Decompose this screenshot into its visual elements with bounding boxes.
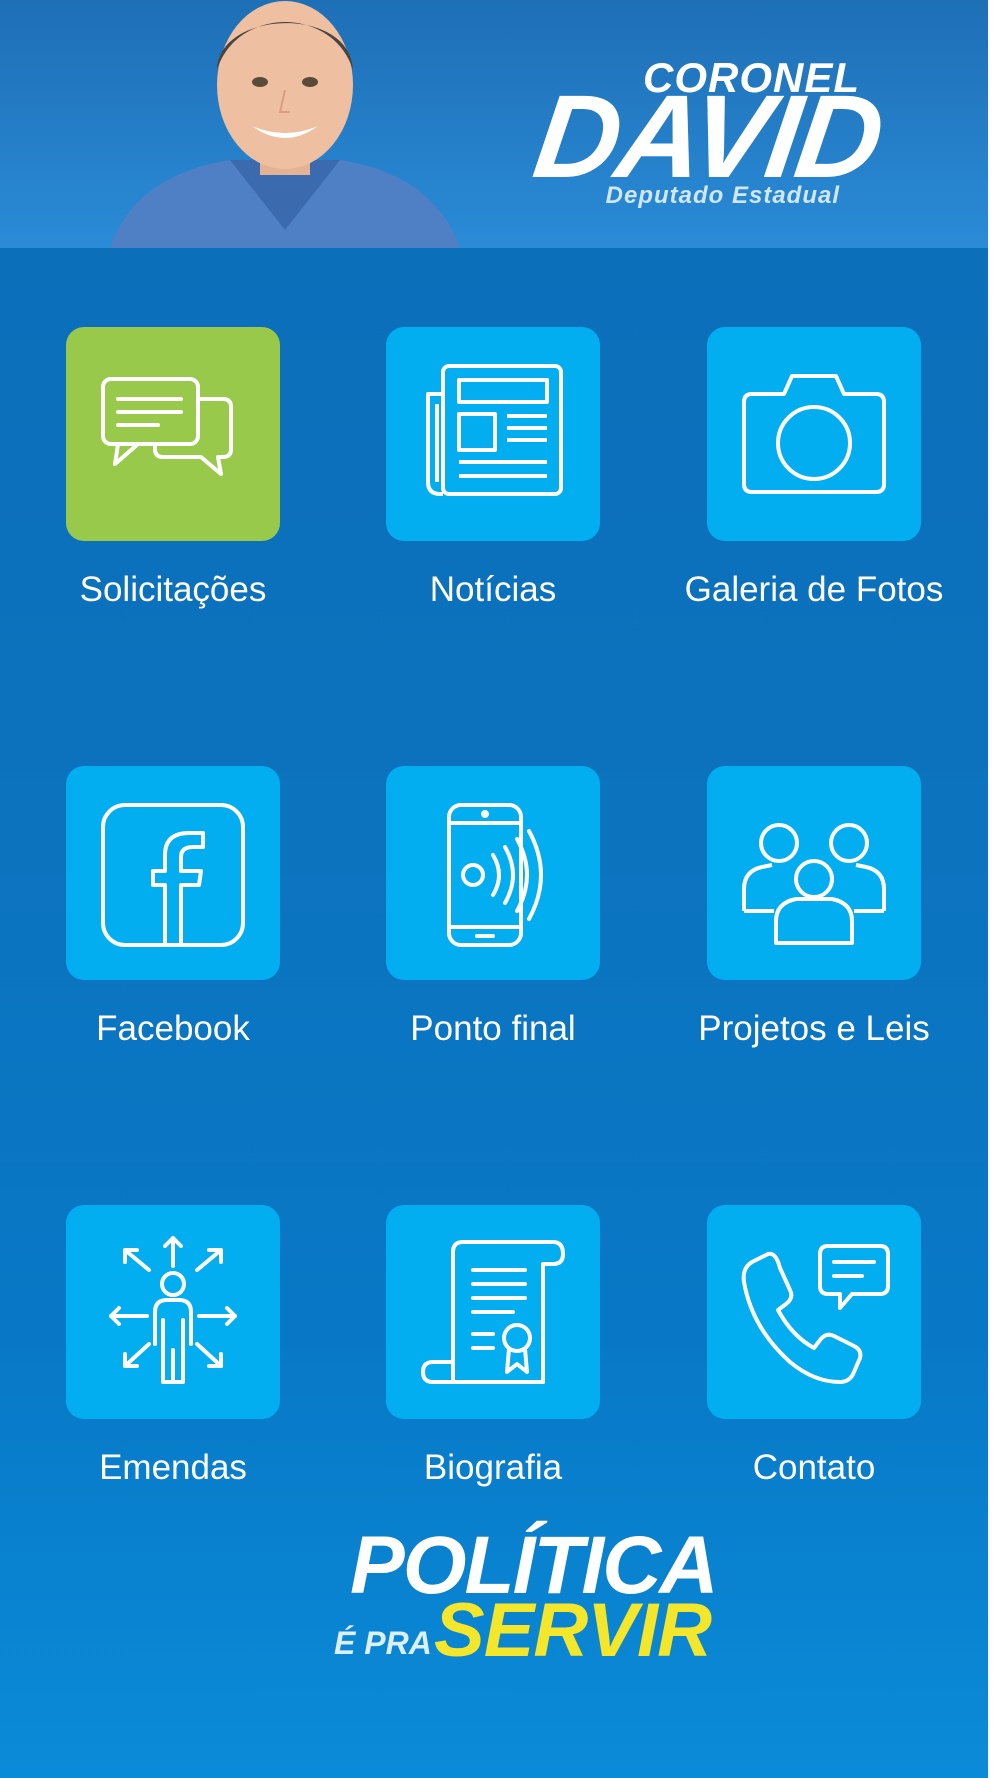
brand-logo: CORONEL DAVID Deputado Estadual	[527, 50, 889, 220]
menu-label-contato[interactable]: Contato	[664, 1446, 964, 1490]
menu-tile-noticias[interactable]	[386, 327, 600, 541]
menu-tile-galeria-de-fotos[interactable]	[707, 327, 921, 541]
slogan-logo: POLÍTICA É PRA SERVIR	[330, 1515, 719, 1675]
certificate-scroll-icon	[421, 1240, 565, 1384]
menu-label-biografia[interactable]: Biografia	[343, 1446, 643, 1490]
menu-label-ponto-final[interactable]: Ponto final	[343, 1007, 643, 1051]
group-icon	[742, 823, 886, 945]
menu-tile-contato[interactable]	[707, 1205, 921, 1419]
slogan-line-e-pra: É PRA	[334, 1625, 432, 1661]
chat-bubbles-icon	[101, 377, 233, 476]
person-arrows-icon	[109, 1236, 237, 1384]
menu-tile-biografia[interactable]	[386, 1205, 600, 1419]
logo-subtitle: Deputado Estadual	[605, 182, 840, 209]
smartphone-audio-icon	[447, 803, 543, 947]
slogan-line-servir: SERVIR	[434, 1588, 712, 1673]
app-screen: CORONEL DAVID Deputado Estadual Solicita…	[0, 0, 988, 1778]
menu-label-emendas[interactable]: Emendas	[23, 1446, 323, 1490]
menu-tile-solicitacoes[interactable]	[66, 327, 280, 541]
menu-tile-emendas[interactable]	[66, 1205, 280, 1419]
header-banner: CORONEL DAVID Deputado Estadual	[0, 0, 988, 248]
menu-label-facebook[interactable]: Facebook	[23, 1007, 323, 1051]
menu-tile-projetos-e-leis[interactable]	[707, 766, 921, 980]
menu-tile-facebook[interactable]	[66, 766, 280, 980]
logo-main-text: DAVID	[526, 71, 889, 203]
menu-tile-ponto-final[interactable]	[386, 766, 600, 980]
menu-label-projetos-e-leis[interactable]: Projetos e Leis	[664, 1007, 964, 1051]
camera-icon	[742, 374, 886, 494]
menu-label-solicitacoes[interactable]: Solicitações	[23, 568, 323, 612]
phone-message-icon	[741, 1244, 890, 1384]
deputy-photo	[110, 1, 460, 248]
menu-label-galeria-de-fotos[interactable]: Galeria de Fotos	[664, 568, 964, 612]
facebook-icon	[101, 803, 245, 947]
newspaper-icon	[426, 364, 563, 496]
menu-label-noticias[interactable]: Notícias	[343, 568, 643, 612]
